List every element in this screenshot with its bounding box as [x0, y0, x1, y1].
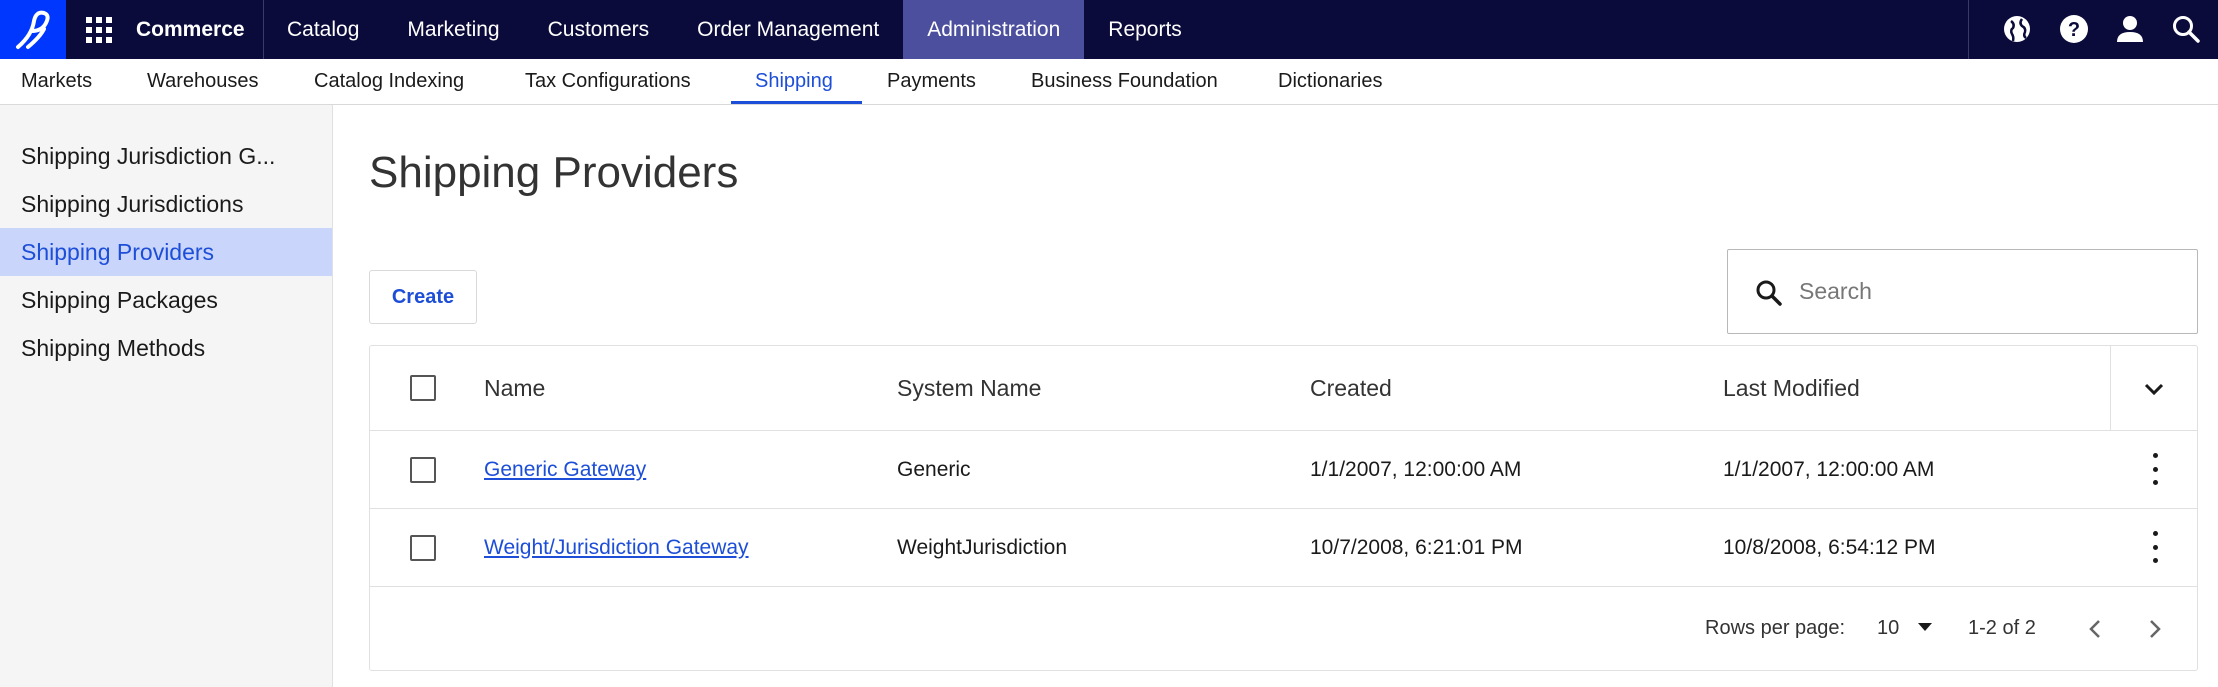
- column-header-last-modified[interactable]: Last Modified: [1723, 346, 1860, 430]
- cell-created: 1/1/2007, 12:00:00 AM: [1310, 457, 1522, 481]
- top-bar: Commerce Catalog Marketing Customers Ord…: [0, 0, 2218, 59]
- select-all-checkbox[interactable]: [410, 375, 436, 401]
- create-button[interactable]: Create: [369, 270, 477, 324]
- column-header-name[interactable]: Name: [484, 346, 545, 430]
- globe-icon[interactable]: [2001, 13, 2033, 45]
- cell-system-name: Generic: [897, 457, 971, 481]
- help-icon[interactable]: ?: [2058, 13, 2090, 45]
- cell-created: 10/7/2008, 6:21:01 PM: [1310, 535, 1523, 559]
- sidebar-item-shipping-providers[interactable]: Shipping Providers: [0, 228, 332, 276]
- search-input[interactable]: Search: [1727, 249, 2198, 334]
- previous-page-icon[interactable]: [2083, 617, 2107, 641]
- top-nav-catalog[interactable]: Catalog: [263, 0, 383, 59]
- rows-per-page-label: Rows per page:: [1705, 617, 1846, 639]
- user-icon[interactable]: [2114, 13, 2146, 45]
- sub-nav: Markets Warehouses Catalog Indexing Tax …: [0, 59, 2218, 105]
- provider-link[interactable]: Generic Gateway: [484, 458, 646, 482]
- subnav-warehouses[interactable]: Warehouses: [147, 59, 259, 105]
- search-placeholder: Search: [1799, 278, 1872, 304]
- subnav-business-foundation[interactable]: Business Foundation: [1031, 59, 1218, 105]
- page-title: Shipping Providers: [369, 148, 739, 197]
- sidebar: Shipping Jurisdiction G... Shipping Juri…: [0, 105, 333, 687]
- sidebar-item-shipping-jurisdiction-groups[interactable]: Shipping Jurisdiction G...: [0, 132, 332, 180]
- subnav-shipping[interactable]: Shipping: [755, 59, 833, 105]
- row-actions-icon[interactable]: [2145, 453, 2165, 485]
- provider-link[interactable]: Weight/Jurisdiction Gateway: [484, 536, 749, 560]
- cell-name: Weight/Jurisdiction Gateway: [484, 509, 749, 586]
- cell-last-modified: 10/8/2008, 6:54:12 PM: [1723, 535, 1936, 559]
- svg-text:?: ?: [2068, 19, 2080, 41]
- subnav-dictionaries[interactable]: Dictionaries: [1278, 59, 1382, 105]
- pagination-range: 1-2 of 2: [1968, 617, 2036, 639]
- table-row: Weight/Jurisdiction Gateway WeightJurisd…: [370, 509, 2197, 587]
- logo-icon: [16, 10, 50, 49]
- sidebar-item-shipping-methods[interactable]: Shipping Methods: [0, 324, 332, 372]
- table-header: Name System Name Created Last Modified: [370, 346, 2197, 431]
- top-nav-customers[interactable]: Customers: [524, 0, 674, 59]
- brand-name: Commerce: [136, 18, 245, 41]
- top-nav: Catalog Marketing Customers Order Manage…: [263, 0, 1206, 59]
- cell-system-name: WeightJurisdiction: [897, 535, 1068, 559]
- row-checkbox[interactable]: [410, 535, 436, 561]
- next-page-icon[interactable]: [2143, 617, 2167, 641]
- table-pagination: Rows per page: 10 1-2 of 2: [370, 587, 2197, 670]
- row-actions-icon[interactable]: [2145, 531, 2165, 563]
- top-nav-administration[interactable]: Administration: [903, 0, 1085, 59]
- caret-down-icon[interactable]: [1918, 623, 1932, 631]
- subnav-tax-configurations[interactable]: Tax Configurations: [525, 59, 691, 105]
- logo[interactable]: [0, 0, 66, 59]
- chevron-down-icon: [2144, 383, 2164, 395]
- active-tab-indicator: [731, 101, 862, 104]
- divider: [1968, 0, 1969, 59]
- column-header-created[interactable]: Created: [1310, 346, 1392, 430]
- top-nav-reports[interactable]: Reports: [1084, 0, 1206, 59]
- top-nav-marketing[interactable]: Marketing: [383, 0, 523, 59]
- app-launcher-icon[interactable]: [86, 17, 112, 43]
- providers-table: Name System Name Created Last Modified G…: [369, 345, 2198, 671]
- rows-per-page-select[interactable]: 10: [1877, 587, 1899, 670]
- sidebar-item-shipping-packages[interactable]: Shipping Packages: [0, 276, 332, 324]
- subnav-payments[interactable]: Payments: [887, 59, 976, 105]
- sidebar-item-shipping-jurisdictions[interactable]: Shipping Jurisdictions: [0, 180, 332, 228]
- table-row: Generic Gateway Generic 1/1/2007, 12:00:…: [370, 431, 2197, 509]
- cell-last-modified: 1/1/2007, 12:00:00 AM: [1723, 457, 1935, 481]
- cell-name: Generic Gateway: [484, 431, 646, 508]
- search-icon: [1756, 280, 1782, 306]
- top-nav-order-management[interactable]: Order Management: [673, 0, 903, 59]
- row-checkbox[interactable]: [410, 457, 436, 483]
- column-options-button[interactable]: [2110, 346, 2197, 431]
- subnav-markets[interactable]: Markets: [21, 59, 92, 105]
- search-icon[interactable]: [2170, 13, 2202, 45]
- column-header-system-name[interactable]: System Name: [897, 346, 1041, 430]
- subnav-catalog-indexing[interactable]: Catalog Indexing: [314, 59, 464, 105]
